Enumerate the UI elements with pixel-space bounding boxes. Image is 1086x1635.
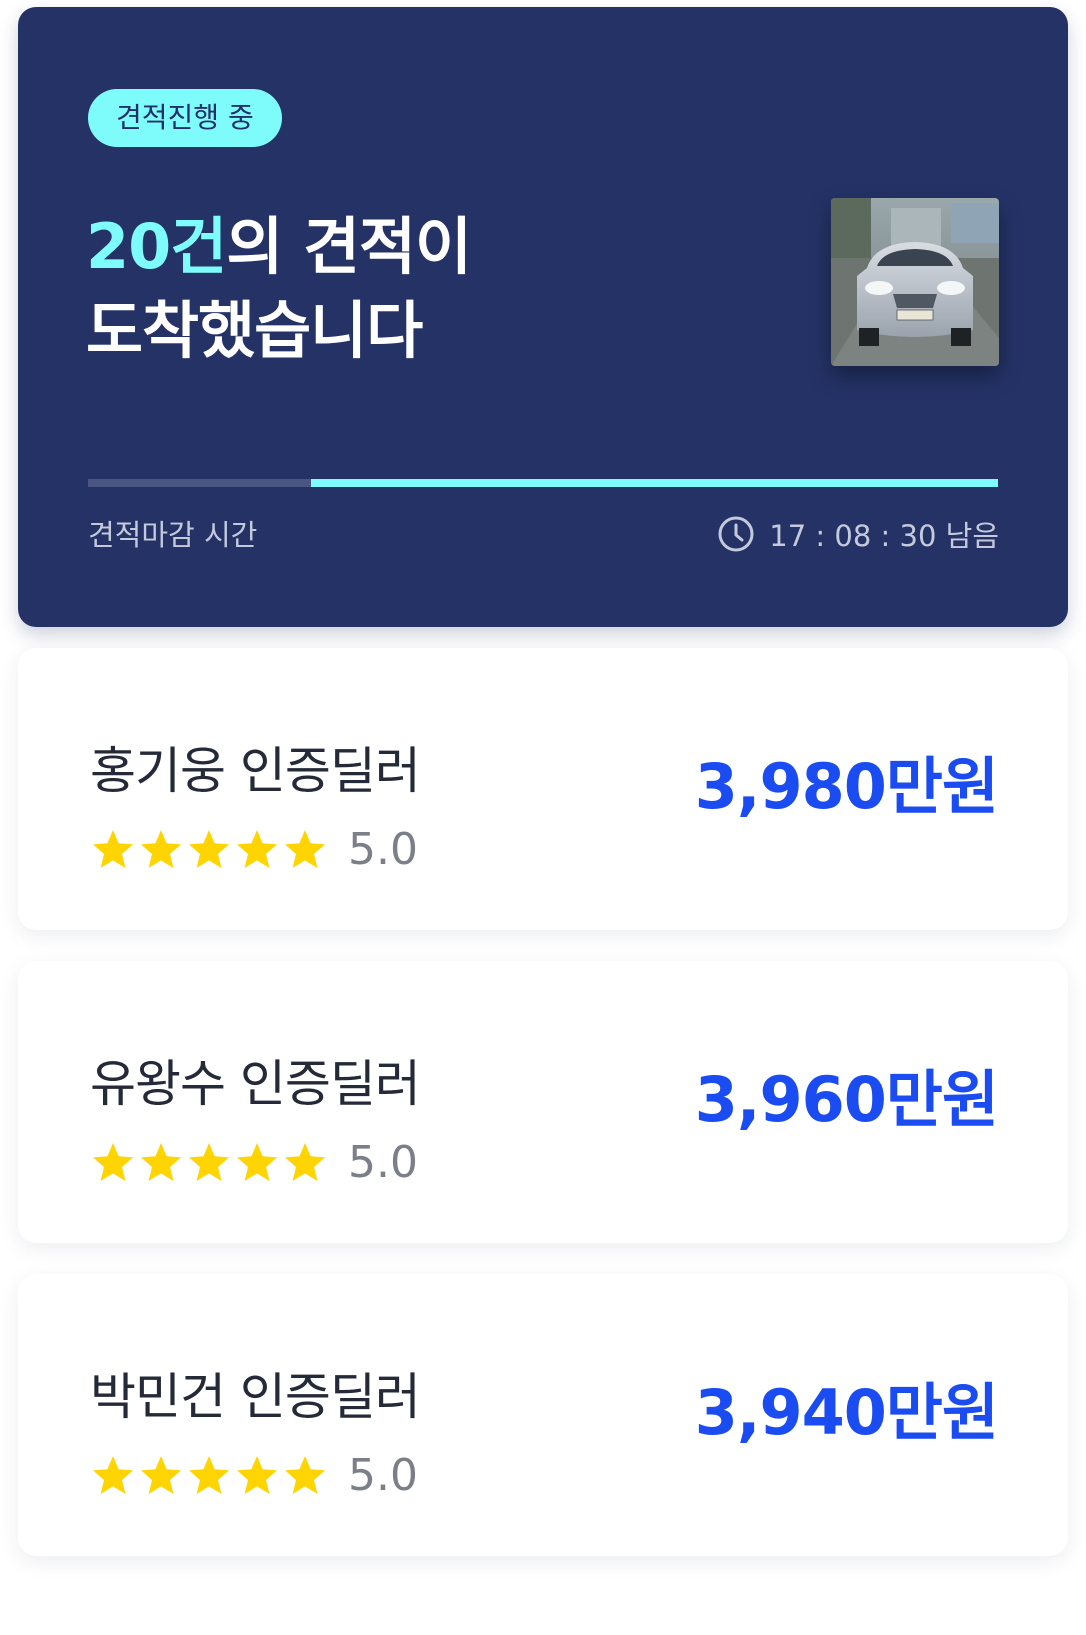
- star-icon: [93, 1456, 133, 1494]
- star-icon: [189, 1143, 229, 1181]
- car-photo[interactable]: [831, 198, 999, 366]
- star-icon: [93, 1143, 133, 1181]
- star-icon: [141, 830, 181, 868]
- offer-card[interactable]: 박민건 인증딜러 5.0 3,940만원: [18, 1274, 1068, 1556]
- headline-line-1: 20건의 견적이: [86, 205, 472, 289]
- star-icon: [285, 830, 325, 868]
- countdown-timer: 17 : 08 : 30 남음: [717, 513, 999, 555]
- page-title: 20건의 견적이 도착했습니다: [86, 205, 472, 373]
- dealer-rating: 5.0: [90, 1452, 418, 1500]
- rating-value: 5.0: [348, 1137, 418, 1188]
- star-icon: [237, 1456, 277, 1494]
- star-icon: [189, 1456, 229, 1494]
- rating-value: 5.0: [348, 824, 418, 875]
- dealer-name: 박민건 인증딜러: [90, 1368, 421, 1426]
- star-icon: [189, 830, 229, 868]
- star-icon: [93, 830, 133, 868]
- offer-price: 3,960만원: [694, 1063, 999, 1136]
- star-icon: [285, 1143, 325, 1181]
- headline-line-2: 도착했습니다: [86, 294, 423, 367]
- star-icon: [141, 1456, 181, 1494]
- countdown-text: 17 : 08 : 30 남음: [769, 519, 999, 553]
- clock-icon: [718, 516, 754, 552]
- deadline-label: 견적마감 시간: [88, 518, 258, 552]
- offer-card[interactable]: 유왕수 인증딜러 5.0 3,960만원: [18, 961, 1068, 1243]
- star-icon: [285, 1456, 325, 1494]
- headline-line-1-text: 의 견적이: [226, 210, 472, 283]
- quote-count: 20건: [86, 210, 227, 283]
- star-icon: [237, 830, 277, 868]
- deadline-progress-bar: [88, 479, 998, 487]
- star-icon: [237, 1143, 277, 1181]
- quote-status-card: 견적진행 중 20건의 견적이 도착했습니다 견적마감 시간 17: 08:…: [18, 7, 1068, 627]
- dealer-rating: 5.0: [90, 1139, 418, 1187]
- rating-value: 5.0: [348, 1450, 418, 1501]
- star-icon: [141, 1143, 181, 1181]
- dealer-name: 유왕수 인증딜러: [90, 1055, 421, 1113]
- dealer-rating: 5.0: [90, 826, 418, 874]
- offer-price: 3,980만원: [694, 750, 999, 823]
- offer-card[interactable]: 홍기웅 인증딜러 5.0 3,980만원: [18, 648, 1068, 930]
- progress-fill: [310, 479, 998, 487]
- offer-price: 3,940만원: [694, 1376, 999, 1449]
- status-badge: 견적진행 중: [88, 89, 282, 147]
- dealer-name: 홍기웅 인증딜러: [90, 742, 421, 800]
